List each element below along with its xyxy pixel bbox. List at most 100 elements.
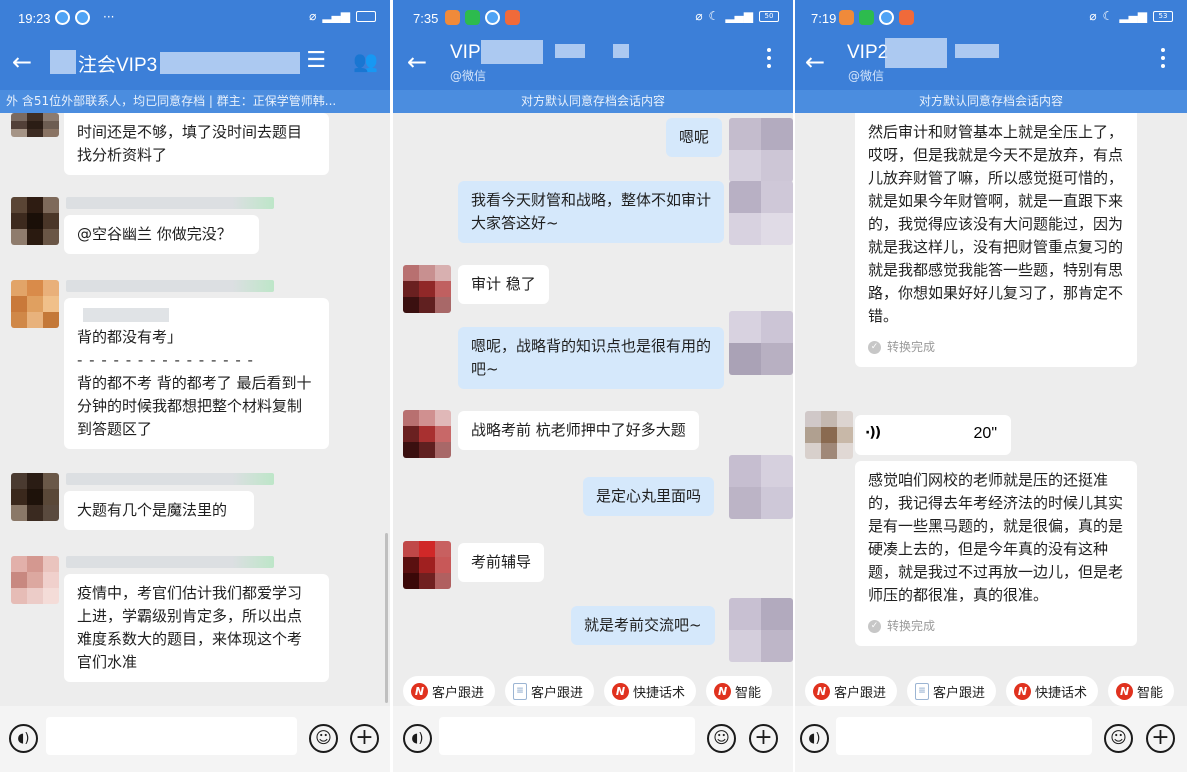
more-options-icon[interactable] (767, 48, 771, 68)
battery-icon (356, 10, 376, 22)
message-bubble[interactable]: 是定心丸里面吗 (583, 477, 715, 516)
smart-chip[interactable]: N 智能 (1108, 676, 1175, 706)
chat-title: 注会VIP3 (78, 55, 158, 76)
sender-avatar[interactable] (11, 113, 59, 137)
transcript-status: ✓ 转换完成 (868, 336, 1124, 359)
archive-notice: 对方默认同意存档会话内容 (795, 90, 1187, 113)
add-attachment-icon[interactable]: + (749, 724, 778, 753)
message-bubble[interactable]: 就是考前交流吧~ (571, 606, 715, 645)
back-arrow-icon[interactable]: ← (805, 48, 825, 76)
status-bar: 19:23 ··· ⌀ ▂▄▆ (0, 0, 390, 36)
message-input[interactable] (836, 717, 1092, 755)
customer-followup-chip[interactable]: N 客户跟进 (805, 676, 898, 706)
voice-input-icon[interactable]: ◖) (9, 724, 38, 753)
message-bubble[interactable]: 时间还是不够，填了没时间去题目找分析资料了 (64, 113, 329, 175)
my-avatar[interactable] (729, 598, 793, 662)
my-avatar[interactable] (729, 455, 793, 519)
back-arrow-icon[interactable]: ← (407, 48, 427, 76)
quoted-message-bubble[interactable]: 背的都没有考」 - - - - - - - - - - - - - - - 背的… (64, 298, 329, 449)
voice-transcript-bubble[interactable]: 感觉咱们网校的老师就是压的还挺准的，我记得去年考经济法的时候儿其实是有一些黑马题… (855, 461, 1137, 646)
message-bubble[interactable]: @空谷幽兰 你做完没？ (64, 215, 259, 254)
add-attachment-icon[interactable]: + (350, 724, 379, 753)
message-bubble[interactable]: 审计 稳了 (458, 265, 549, 304)
list-menu-icon[interactable]: ☰ (306, 49, 326, 73)
my-avatar[interactable] (729, 311, 793, 375)
sender-avatar[interactable] (11, 280, 59, 328)
quick-reply-chip[interactable]: N 快捷话术 (604, 676, 697, 706)
sender-avatar[interactable] (11, 197, 59, 245)
redacted-title (160, 52, 300, 74)
chip-label: 客户跟进 (531, 685, 584, 701)
sender-avatar[interactable] (11, 473, 59, 521)
system-status-icons: ⌀ ▂▄▆ (309, 9, 376, 23)
more-notifications-indicator: ··· (103, 10, 115, 24)
message-list[interactable]: 嗯呢 我看今天财管和战略，整体不如审计大家答这好~ 审计 稳了 嗯呢，战略背的知… (393, 113, 793, 668)
system-status-icons: ⌀ ☾ ▂▄▆ 50 (695, 9, 779, 23)
smart-chip[interactable]: N 智能 (706, 676, 773, 706)
emoji-icon[interactable]: ☺ (309, 724, 338, 753)
message-bubble[interactable]: 疫情中，考官们估计我们都爱学习上进，学霸级别肯定多，所以出点难度系数大的题目，来… (64, 574, 329, 682)
message-bubble[interactable]: 考前辅导 (458, 543, 545, 582)
sender-name-redacted (66, 197, 274, 209)
followup-icon: N (411, 682, 428, 700)
message-list[interactable]: 然后审计和财管基本上就是全压上了，哎呀，但是我就是今天不是放弃，有点儿放弃财管了… (795, 113, 1187, 668)
scrollbar[interactable] (385, 533, 388, 703)
contact-avatar[interactable] (805, 411, 853, 459)
voice-input-icon[interactable]: ◖) (403, 724, 432, 753)
contact-avatar[interactable] (403, 410, 451, 458)
message-input[interactable] (46, 717, 297, 755)
customer-followup-doc-chip[interactable]: ≡ 客户跟进 (907, 676, 997, 706)
message-bubble[interactable]: 嗯呢，战略背的知识点也是很有用的吧~ (458, 327, 724, 389)
message-bubble[interactable]: 嗯呢 (666, 118, 723, 157)
status-bar: 7:19 ⌀ ☾ ▂▄▆ 53 (795, 0, 1187, 36)
voice-input-icon[interactable]: ◖) (800, 724, 829, 753)
smart-icon: N (714, 682, 732, 700)
system-status-icons: ⌀ ☾ ▂▄▆ 53 (1089, 9, 1173, 23)
redacted-title (955, 44, 999, 58)
wechat-icon (859, 10, 874, 25)
emoji-icon[interactable]: ☺ (1104, 724, 1133, 753)
chat-title: VIP (450, 42, 481, 63)
app-notification-icon (55, 10, 70, 25)
app-notification-icon (505, 10, 520, 25)
customer-followup-chip[interactable]: N 客户跟进 (403, 676, 496, 706)
add-attachment-icon[interactable]: + (1146, 724, 1175, 753)
contact-avatar[interactable] (403, 541, 451, 589)
chip-label: 快捷话术 (633, 685, 686, 701)
sender-avatar[interactable] (11, 556, 59, 604)
members-icon[interactable]: 👥 (353, 49, 378, 73)
more-options-icon[interactable] (1161, 48, 1165, 68)
private-chat-panel: 7:35 ⌀ ☾ ▂▄▆ 50 ← VIP @微信 对方默认同意存档会话内容 嗯… (393, 0, 793, 772)
document-icon: ≡ (513, 682, 528, 700)
input-bar: ◖) ☺ + (795, 706, 1187, 772)
chip-label: 客户跟进 (834, 685, 887, 701)
customer-followup-doc-chip[interactable]: ≡ 客户跟进 (505, 676, 595, 706)
quoted-text: 背的都没有考」 (77, 328, 183, 346)
chip-label: 快捷话术 (1035, 685, 1088, 701)
back-arrow-icon[interactable]: ← (12, 48, 32, 76)
quick-reply-icon: N (1014, 682, 1032, 700)
input-bar: ◖) ☺ + (393, 706, 793, 772)
emoji-icon[interactable]: ☺ (707, 724, 736, 753)
transcript-status: ✓ 转换完成 (868, 615, 1124, 638)
quick-reply-chip[interactable]: N 快捷话术 (1006, 676, 1099, 706)
document-icon: ≡ (915, 682, 930, 700)
message-list[interactable]: 时间还是不够，填了没时间去题目找分析资料了 @空谷幽兰 你做完没？ 背的都没有考… (0, 113, 390, 706)
status-bar: 7:35 ⌀ ☾ ▂▄▆ 50 (393, 0, 793, 36)
message-bubble[interactable]: 大题有几个是魔法里的 (64, 491, 254, 530)
voice-duration: 20" (973, 425, 997, 442)
voice-transcript-bubble[interactable]: 然后审计和财管基本上就是全压上了，哎呀，但是我就是今天不是放弃，有点儿放弃财管了… (855, 113, 1137, 367)
my-avatar[interactable] (729, 181, 793, 245)
contact-avatar[interactable] (403, 265, 451, 313)
message-input[interactable] (439, 717, 695, 755)
transcript-text: 感觉咱们网校的老师就是压的还挺准的，我记得去年考经济法的时候儿其实是有一些黑马题… (868, 471, 1124, 604)
input-bar: ◖) ☺ + (0, 706, 390, 772)
message-bubble[interactable]: 我看今天财管和战略，整体不如审计大家答这好~ (458, 181, 724, 243)
app-notification-icon (485, 10, 500, 25)
message-bubble[interactable]: 战略考前 杭老师押中了好多大题 (458, 411, 699, 450)
signal-icon: ▂▄▆ (725, 9, 753, 23)
voice-message[interactable]: ·)) 20" (855, 415, 1011, 455)
my-avatar[interactable] (729, 118, 793, 182)
chat-title: VIP2 (847, 42, 889, 63)
status-label: 转换完成 (887, 340, 936, 354)
